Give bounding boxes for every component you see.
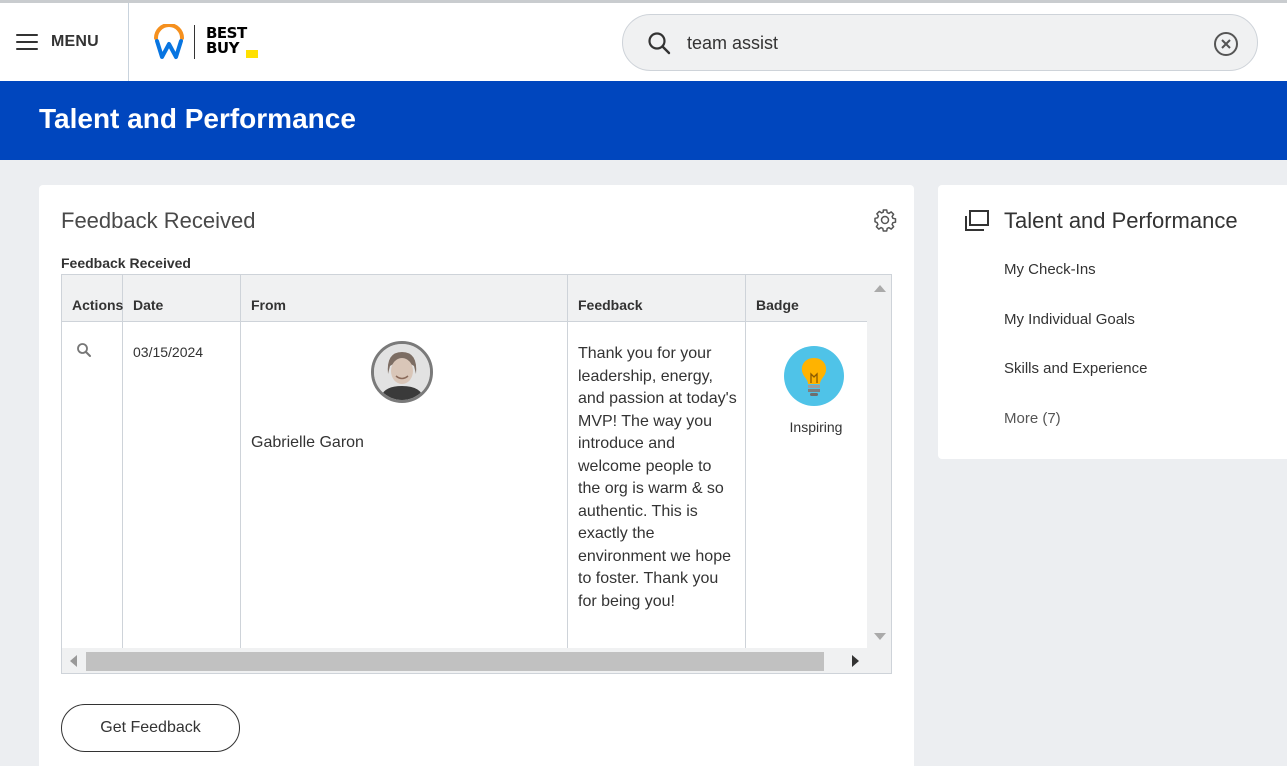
column-header-date[interactable]: Date	[123, 275, 241, 322]
search-bar[interactable]	[622, 14, 1258, 71]
grid-header: Actions Date From Feedback Badge	[62, 275, 867, 322]
get-feedback-button[interactable]: Get Feedback	[61, 704, 240, 752]
scroll-down-icon[interactable]	[874, 633, 886, 640]
from-cell: Gabrielle Garon	[241, 322, 568, 648]
logo-separator	[194, 25, 195, 59]
bestbuy-logo: BEST BUY	[206, 26, 262, 62]
page-title: Talent and Performance	[39, 103, 356, 134]
search-icon	[648, 32, 671, 55]
worklet-title: Talent and Performance	[1004, 208, 1238, 233]
column-header-from[interactable]: From	[241, 275, 568, 322]
menu-divider	[128, 3, 129, 81]
menu-button[interactable]: MENU	[0, 3, 128, 81]
scroll-right-icon[interactable]	[852, 655, 859, 667]
feedback-received-card: Feedback Received Feedback Received Acti…	[39, 185, 914, 766]
actions-cell	[62, 322, 123, 648]
badge-label: Inspiring	[789, 419, 843, 435]
workday-logo-icon[interactable]	[152, 24, 186, 60]
card-title: Feedback Received	[61, 208, 256, 233]
page-header: Talent and Performance	[0, 81, 1287, 160]
column-header-feedback[interactable]: Feedback	[568, 275, 746, 322]
badge-cell: Inspiring	[746, 322, 867, 648]
vertical-scrollbar[interactable]	[867, 275, 891, 648]
column-header-badge[interactable]: Badge	[746, 275, 867, 322]
avatar[interactable]	[371, 341, 433, 403]
talent-performance-worklet: Talent and Performance My Check-Ins My I…	[938, 185, 1287, 459]
worklet-icon	[965, 210, 989, 231]
date-cell: 03/15/2024	[123, 322, 241, 648]
hamburger-icon	[16, 34, 38, 50]
date-value: 03/15/2024	[133, 344, 204, 360]
feedback-grid: Actions Date From Feedback Badge 03/15/2…	[61, 274, 892, 674]
grid-title: Feedback Received	[61, 255, 191, 271]
scrollbar-thumb[interactable]	[86, 652, 824, 671]
lightbulb-badge-icon	[784, 346, 844, 406]
link-my-individual-goals[interactable]: My Individual Goals	[1004, 311, 1135, 328]
menu-label: MENU	[51, 33, 99, 50]
scroll-left-icon[interactable]	[70, 655, 77, 667]
gear-icon[interactable]	[873, 208, 897, 232]
link-my-check-ins[interactable]: My Check-Ins	[1004, 261, 1096, 278]
feedback-text: Thank you for your leadership, energy, a…	[578, 345, 737, 610]
horizontal-scrollbar[interactable]	[62, 648, 891, 673]
magnifier-icon[interactable]	[76, 342, 92, 358]
from-name[interactable]: Gabrielle Garon	[251, 434, 364, 452]
top-bar: MENU BEST BUY	[0, 3, 1287, 81]
clear-icon[interactable]	[1213, 31, 1239, 57]
link-more[interactable]: More (7)	[1004, 410, 1061, 427]
search-input[interactable]	[687, 29, 1187, 57]
feedback-cell: Thank you for your leadership, energy, a…	[568, 322, 746, 648]
column-header-actions[interactable]: Actions	[62, 275, 123, 322]
link-skills-and-experience[interactable]: Skills and Experience	[1004, 360, 1147, 377]
bestbuy-tag	[246, 50, 258, 58]
scroll-up-icon[interactable]	[874, 285, 886, 292]
